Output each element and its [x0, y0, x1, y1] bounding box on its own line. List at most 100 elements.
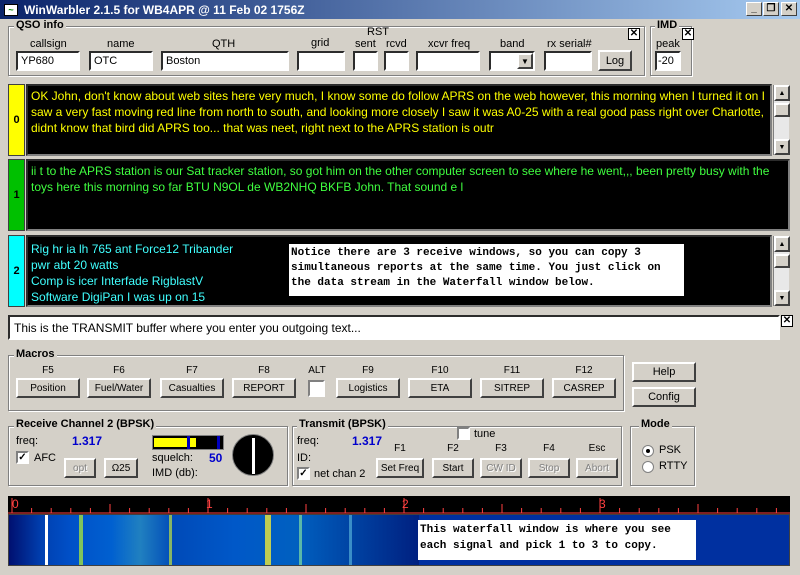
rx-freq-value: 1.317 [72, 434, 103, 448]
transmit-label: Transmit (BPSK) [297, 418, 388, 430]
help-button[interactable]: Help [632, 362, 696, 382]
scale-label-3: 3 [599, 497, 606, 511]
tx-key-label: F3 [495, 443, 507, 454]
macro-key-label: F12 [575, 365, 593, 376]
tuning-indicator [232, 434, 274, 476]
rx-tab-0[interactable]: 0 [8, 84, 25, 156]
tx-key-label: Esc [588, 443, 606, 454]
alt-checkbox[interactable] [308, 380, 325, 397]
scale-label-2: 2 [402, 497, 409, 511]
tx-button-set-freq[interactable]: Set Freq [376, 458, 424, 478]
restore-button[interactable]: ❐ [763, 2, 779, 16]
qth-field[interactable]: Boston [161, 51, 289, 71]
imd-label: IMD [655, 19, 680, 31]
tune-checkbox[interactable] [457, 427, 470, 440]
chevron-down-icon[interactable]: ▼ [517, 53, 533, 69]
macro-key-label: F10 [431, 365, 449, 376]
tuning-needle [252, 438, 255, 474]
scroll-down-icon[interactable]: ▼ [774, 290, 790, 306]
xcvr-freq-field[interactable] [416, 51, 480, 71]
macro-key-label: F7 [186, 365, 198, 376]
window-title: WinWarbler 2.1.5 for WB4APR @ 11 Feb 02 … [24, 2, 305, 17]
qso-close-icon[interactable]: ✕ [628, 28, 640, 40]
macro-button-f8[interactable]: REPORT [232, 378, 296, 398]
macro-button-f12[interactable]: CASREP [552, 378, 616, 398]
mode-label: Mode [639, 418, 672, 430]
afc-label: AFC [34, 452, 56, 464]
psk-radio[interactable] [642, 445, 654, 457]
receive-window-1[interactable]: ii t to the APRS station is our Sat trac… [26, 159, 790, 231]
macro-key-label: F9 [362, 365, 374, 376]
macro-button-f5[interactable]: Position [16, 378, 80, 398]
net-chan-label: net chan 2 [314, 468, 366, 480]
squelch-meter[interactable] [152, 435, 224, 450]
transmit-close-icon[interactable]: ✕ [781, 315, 793, 327]
name-field[interactable]: OTC [89, 51, 153, 71]
macro-button-f6[interactable]: Fuel/Water [87, 378, 151, 398]
macro-key-label: F6 [113, 365, 125, 376]
signal-trace [265, 515, 271, 565]
signal-trace [169, 515, 172, 565]
macro-key-label: F8 [258, 365, 270, 376]
rtty-radio[interactable] [642, 461, 654, 473]
macro-button-f10[interactable]: ETA [408, 378, 472, 398]
waterfall-noise [9, 515, 419, 565]
rst-rcvd-field[interactable] [384, 51, 409, 71]
band-label: band [500, 38, 525, 50]
callsign-field[interactable]: YP680 [16, 51, 80, 71]
band-select[interactable]: ▼ [489, 51, 535, 71]
imd-db-label: IMD (db): [152, 467, 198, 479]
tx-button-abort[interactable]: Abort [576, 458, 618, 478]
squelch-marker [187, 436, 190, 449]
psk-label: PSK [659, 444, 682, 456]
omega-button[interactable]: Ω25 [104, 458, 138, 478]
mode-group [630, 426, 695, 486]
macro-button-f11[interactable]: SITREP [480, 378, 544, 398]
opt-button[interactable]: opt [64, 458, 96, 478]
rst-label: RST [367, 26, 389, 38]
rx-serial-field[interactable] [544, 51, 592, 71]
squelch-marker [217, 436, 220, 449]
config-button[interactable]: Config [632, 387, 696, 407]
transmit-buffer[interactable]: This is the TRANSMIT buffer where you en… [8, 315, 780, 340]
squelch-value: 50 [209, 451, 223, 465]
waterfall-notice: This waterfall window is where you see e… [418, 520, 696, 560]
tune-label: tune [474, 428, 496, 440]
rx-serial-label: rx serial# [547, 38, 592, 50]
waterfall-scale[interactable]: 0 1 2 3 [8, 496, 790, 514]
receive-channel-label: Receive Channel 2 (BPSK) [14, 418, 157, 430]
net-chan-checkbox[interactable]: ✓ [297, 467, 310, 480]
scroll-up-icon[interactable]: ▲ [774, 85, 790, 101]
receive-window-0[interactable]: OK John, don't know about web sites here… [26, 84, 772, 156]
minimize-button[interactable]: _ [746, 2, 762, 16]
close-button[interactable]: ✕ [781, 2, 797, 16]
grid-field[interactable] [297, 51, 345, 71]
tx-button-cw-id[interactable]: CW ID [480, 458, 522, 478]
scale-label-1: 1 [206, 497, 213, 511]
scroll-thumb[interactable] [774, 254, 790, 268]
imd-close-icon[interactable]: ✕ [682, 28, 694, 40]
imd-peak-label: peak [656, 38, 680, 50]
rst-sent-field[interactable] [353, 51, 378, 71]
rtty-label: RTTY [659, 460, 688, 472]
qth-label: QTH [212, 38, 236, 50]
rx0-scrollbar[interactable]: ▲ ▼ [773, 85, 790, 155]
macro-button-f7[interactable]: Casualties [160, 378, 224, 398]
tx-key-label: F2 [447, 443, 459, 454]
tx-button-start[interactable]: Start [432, 458, 474, 478]
scale-ticks [8, 498, 790, 514]
rx-tab-2[interactable]: 2 [8, 235, 25, 307]
scroll-down-icon[interactable]: ▼ [774, 139, 790, 155]
tx-id-label: ID: [297, 452, 312, 464]
alt-label: ALT [308, 365, 326, 376]
rx2-scrollbar[interactable]: ▲ ▼ [773, 236, 790, 306]
log-button[interactable]: Log [598, 50, 632, 71]
afc-checkbox[interactable]: ✓ [16, 451, 29, 464]
rx-tab-1[interactable]: 1 [8, 159, 25, 231]
scroll-thumb[interactable] [774, 103, 790, 117]
signal-trace [299, 515, 302, 565]
scroll-up-icon[interactable]: ▲ [774, 236, 790, 252]
tx-button-stop[interactable]: Stop [528, 458, 570, 478]
callsign-label: callsign [30, 38, 67, 50]
macro-button-f9[interactable]: Logistics [336, 378, 400, 398]
